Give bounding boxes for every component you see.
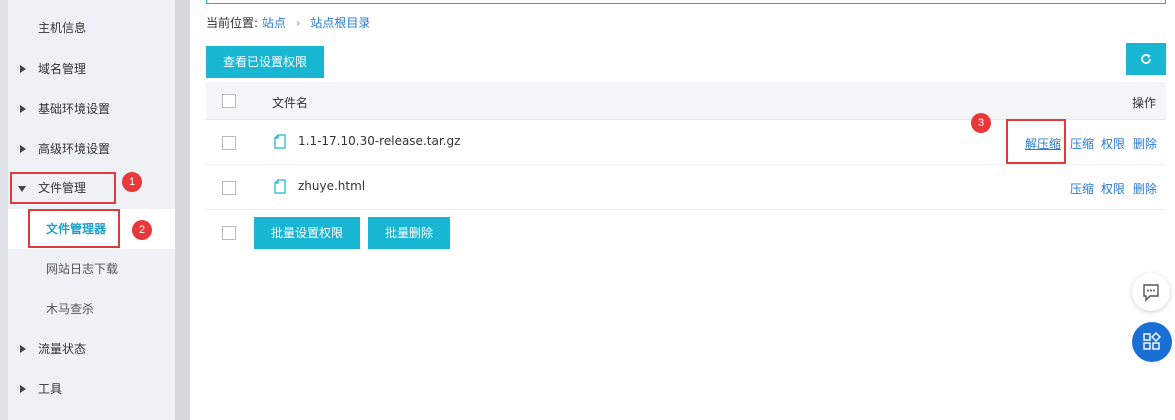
- sidebar-item-label: 高级环境设置: [38, 142, 111, 156]
- file-name[interactable]: 1.1-17.10.30-release.tar.gz: [298, 134, 460, 148]
- file-icon: [274, 134, 286, 149]
- table-header: 文件名 操作: [206, 82, 1166, 120]
- annotation-box-file-management: [10, 172, 116, 204]
- sidebar-item-label: 基础环境设置: [38, 102, 111, 116]
- chat-icon: [1143, 284, 1159, 302]
- breadcrumb-root-link[interactable]: 站点根目录: [310, 16, 370, 30]
- permissions-link[interactable]: 权限: [1101, 180, 1125, 197]
- refresh-button[interactable]: [1126, 43, 1166, 75]
- top-input-border: [206, 0, 1166, 4]
- sidebar-item-advanced-env[interactable]: 高级环境设置: [8, 129, 175, 169]
- file-name[interactable]: zhuye.html: [298, 179, 365, 193]
- compress-link[interactable]: 压缩: [1070, 135, 1094, 152]
- sidebar-item-traffic[interactable]: 流量状态: [8, 329, 175, 369]
- sidebar-subitem-log-download[interactable]: 网站日志下载: [8, 249, 175, 289]
- breadcrumb: 当前位置: 站点 › 站点根目录: [206, 14, 370, 31]
- annotation-badge-3: 3: [971, 113, 991, 133]
- file-icon: [274, 179, 286, 194]
- sidebar-subitem-label: 网站日志下载: [46, 262, 119, 276]
- breadcrumb-prefix: 当前位置:: [206, 16, 259, 30]
- apps-button[interactable]: [1132, 322, 1172, 362]
- annotation-badge-1: 1: [122, 172, 142, 192]
- caret-right-icon: [20, 105, 26, 113]
- row-checkbox[interactable]: [222, 136, 236, 150]
- refresh-icon: [1141, 54, 1151, 64]
- sidebar-item-label: 流量状态: [38, 342, 87, 356]
- sidebar-item-label: 工具: [38, 382, 63, 396]
- sidebar-item-tools[interactable]: 工具: [8, 369, 175, 409]
- row-checkbox[interactable]: [222, 181, 236, 195]
- sidebar-item-domain[interactable]: 域名管理: [8, 49, 175, 89]
- delete-link[interactable]: 删除: [1133, 135, 1157, 152]
- sidebar-item-label: 域名管理: [38, 62, 87, 76]
- apps-grid-icon: [1143, 332, 1161, 350]
- column-header-actions: 操作: [1132, 96, 1157, 110]
- permissions-link[interactable]: 权限: [1101, 135, 1125, 152]
- table-row: zhuye.html 压缩 权限 删除: [206, 165, 1166, 210]
- breadcrumb-site-link[interactable]: 站点: [262, 16, 286, 30]
- select-all-checkbox[interactable]: [222, 94, 236, 108]
- caret-right-icon: [20, 65, 26, 73]
- breadcrumb-separator: ›: [295, 16, 301, 30]
- bulk-delete-button[interactable]: 批量删除: [368, 217, 450, 249]
- annotation-badge-2: 2: [132, 220, 152, 240]
- annotation-box-file-manager: [28, 209, 120, 248]
- caret-right-icon: [20, 385, 26, 393]
- column-header-filename: 文件名: [272, 96, 309, 110]
- sidebar-subitem-label: 木马查杀: [46, 302, 95, 316]
- caret-right-icon: [20, 145, 26, 153]
- annotation-box-extract: [1006, 119, 1066, 164]
- sidebar-scrollbar[interactable]: [175, 0, 190, 420]
- sidebar-item-host-info[interactable]: 主机信息: [8, 8, 175, 48]
- delete-link[interactable]: 删除: [1133, 180, 1157, 197]
- sidebar-subitem-trojan-scan[interactable]: 木马查杀: [8, 289, 175, 329]
- main-content: 当前位置: 站点 › 站点根目录 查看已设置权限 文件名 操作 1.1-17.1…: [190, 0, 1175, 420]
- caret-right-icon: [20, 345, 26, 353]
- view-permissions-button[interactable]: 查看已设置权限: [206, 46, 324, 78]
- compress-link[interactable]: 压缩: [1070, 180, 1094, 197]
- chat-button[interactable]: [1132, 273, 1170, 311]
- sidebar-item-basic-env[interactable]: 基础环境设置: [8, 89, 175, 129]
- bulk-set-permissions-button[interactable]: 批量设置权限: [254, 217, 360, 249]
- bulk-select-checkbox[interactable]: [222, 226, 236, 240]
- sidebar-item-label: 主机信息: [38, 21, 87, 35]
